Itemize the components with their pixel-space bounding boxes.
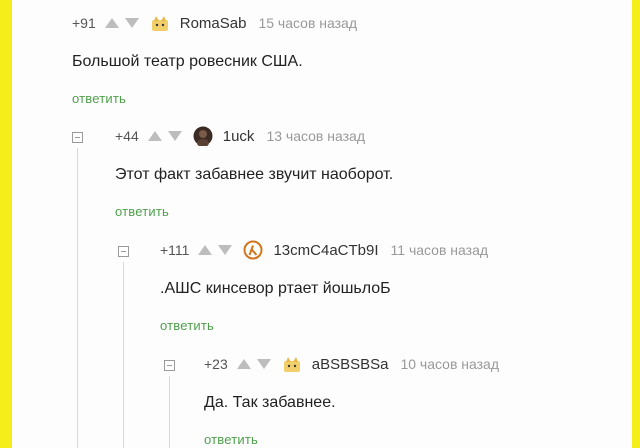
comment-time: 15 часов назад	[258, 15, 357, 31]
comments-panel: +91 RomaSab 15 часов назад Большой театр…	[12, 0, 632, 448]
vote-controls	[236, 358, 272, 370]
comment-text: .АШС кинсевор ртает йошьлоБ	[160, 280, 391, 297]
reply-link[interactable]: ответить	[72, 91, 126, 106]
rating: +91	[72, 15, 96, 31]
thread-line-level-1	[77, 148, 78, 448]
rating: +44	[115, 128, 139, 144]
photo-avatar-icon[interactable]	[193, 126, 213, 146]
thread-line-level-2	[123, 262, 124, 448]
collapse-toggle[interactable]	[72, 132, 83, 143]
author-name[interactable]: 1uck	[223, 128, 255, 145]
author-name[interactable]: 13cmC4aCTb9I	[273, 242, 378, 259]
downvote-icon[interactable]	[256, 358, 272, 370]
comment-text: Да. Так забавнее.	[204, 394, 336, 411]
collapse-toggle[interactable]	[164, 360, 175, 371]
comment-header: +91 RomaSab 15 часов назад	[72, 11, 357, 35]
comment-text: Этот факт забавнее звучит наоборот.	[115, 166, 394, 183]
collapse-toggle[interactable]	[118, 246, 129, 257]
comment-time: 11 часов назад	[390, 242, 489, 258]
upvote-icon[interactable]	[236, 358, 252, 370]
vote-controls	[197, 244, 233, 256]
author-name[interactable]: RomaSab	[180, 15, 247, 32]
comment-header: +111 13cmC4aCTb9I 11 часов назад	[160, 238, 488, 262]
cat-avatar-icon[interactable]	[150, 13, 170, 33]
comment-header: +23 aBSBSBSa 10 часов назад	[204, 352, 499, 376]
cat-avatar-icon[interactable]	[282, 354, 302, 374]
vote-controls	[104, 17, 140, 29]
comment-header: +44 1uck 13 часов назад	[115, 124, 365, 148]
downvote-icon[interactable]	[124, 17, 140, 29]
reply-link[interactable]: ответить	[204, 432, 258, 447]
reply-link[interactable]: ответить	[160, 318, 214, 333]
upvote-icon[interactable]	[197, 244, 213, 256]
comment-time: 13 часов назад	[266, 128, 365, 144]
rating: +23	[204, 356, 228, 372]
upvote-icon[interactable]	[147, 130, 163, 142]
upvote-icon[interactable]	[104, 17, 120, 29]
comment-text: Большой театр ровесник США.	[72, 53, 303, 70]
downvote-icon[interactable]	[167, 130, 183, 142]
vote-controls	[147, 130, 183, 142]
author-name[interactable]: aBSBSBSa	[312, 356, 389, 373]
lambda-avatar-icon[interactable]	[243, 240, 263, 260]
rating: +111	[160, 242, 190, 258]
reply-link[interactable]: ответить	[115, 204, 169, 219]
downvote-icon[interactable]	[217, 244, 233, 256]
comment-time: 10 часов назад	[400, 356, 500, 372]
thread-line-level-3	[169, 376, 170, 448]
